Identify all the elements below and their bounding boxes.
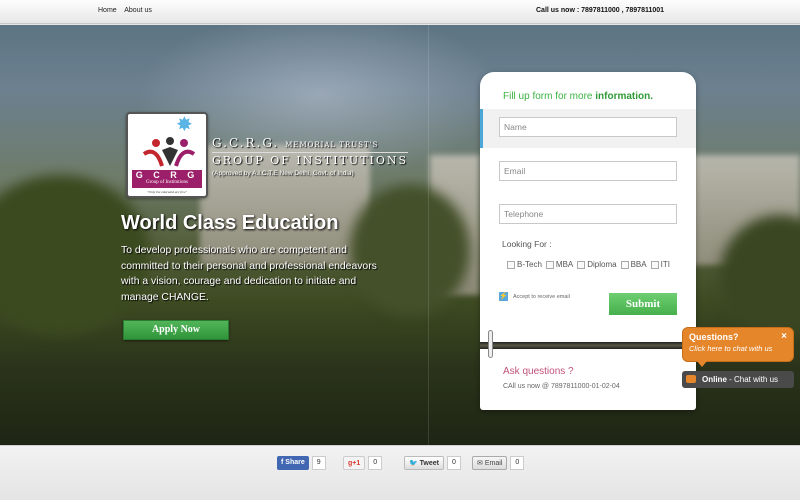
chat-questions-bubble[interactable]: Questions? Click here to chat with us × (682, 327, 794, 367)
approval-text: (Approved by A.I.C.T.E New Delhi, Govt. … (212, 170, 354, 177)
footer-share-bar (0, 445, 800, 500)
people-icon (142, 137, 196, 167)
chat-online-bar[interactable]: Online - Chat with us (682, 371, 794, 388)
trust-name: G.C.R.G. (212, 136, 280, 150)
telephone-input[interactable] (499, 204, 677, 224)
logo-motto: "Only the educated are free" (147, 190, 187, 194)
nav-about-link[interactable]: About us (124, 7, 152, 14)
trust-suffix: MEMORIAL TRUST'S (285, 141, 379, 149)
check-icon[interactable]: ⚡ (499, 292, 508, 301)
call-us-numbers: 7897811000 , 7897811001 (581, 7, 665, 14)
facebook-share-label: Share (285, 459, 305, 466)
checkbox[interactable] (507, 260, 515, 269)
logo-band-text: Group of Institutions (146, 180, 188, 185)
option-label: B-Tech (517, 260, 542, 269)
call-now-text: CAll us now @ 7897811000-01-02-04 (503, 383, 620, 390)
checkbox[interactable] (620, 260, 629, 269)
nav-home-link[interactable]: Home (98, 7, 117, 14)
option-label: ITI (660, 260, 670, 269)
submit-button[interactable]: Submit (609, 293, 677, 315)
chat-questions-sub: Click here to chat with us (689, 344, 773, 353)
facebook-share: f Share 9 (277, 456, 326, 470)
name-input[interactable] (499, 117, 677, 137)
top-nav: Home About us (98, 7, 158, 14)
gcrg-logo: ✸ G C R G Group of Institutions "Only th… (126, 112, 208, 198)
institution-name: G.C.R.G. MEMORIAL TRUST'S GROUP OF INSTI… (212, 136, 409, 177)
option-label: BBA (630, 260, 647, 269)
chat-bubble-icon (686, 375, 696, 383)
close-icon[interactable]: × (781, 331, 787, 342)
gplus-button[interactable]: g+1 (343, 456, 366, 470)
group-name: GROUP OF INSTITUTIONS (212, 152, 409, 167)
form-title-bold: information. (595, 91, 654, 102)
call-us-text: Call us now : 7897811000 , 7897811001 (536, 7, 664, 14)
apply-now-button[interactable]: Apply Now (123, 320, 229, 340)
mail-icon: ✉ (477, 460, 483, 467)
option-iti[interactable]: ITI (650, 260, 670, 269)
star-icon: ✸ (176, 114, 193, 136)
chat-questions-title: Questions? (689, 332, 739, 342)
option-mba[interactable]: MBA (545, 260, 574, 269)
accept-email-label: Accept to receive email (513, 293, 570, 300)
gplus-count: 0 (368, 456, 383, 470)
form-title-prefix: Fill up form for more (503, 91, 596, 102)
email-count: 0 (510, 456, 525, 470)
gplus-share: g+1 0 (343, 456, 383, 470)
call-us-label: Call us now : (536, 7, 582, 14)
option-label: MBA (555, 260, 574, 269)
email-share: ✉ Email 0 (472, 456, 525, 470)
chat-online-status: Online (702, 375, 727, 384)
checkbox[interactable] (650, 260, 659, 269)
chat-online-text: - Chat with us (726, 375, 779, 384)
slider-handle[interactable] (488, 330, 493, 358)
twitter-count: 0 (447, 456, 461, 470)
course-options: B-Tech MBA Diploma BBA ITI (507, 260, 674, 269)
option-label: Diploma (587, 260, 617, 269)
email-label: Email (484, 460, 503, 467)
email-share-button[interactable]: ✉ Email (472, 456, 508, 470)
ask-questions-heading: Ask questions ? (503, 366, 574, 377)
tweet-label: Tweet (419, 460, 439, 467)
tweet-button[interactable]: 🐦 Tweet (404, 456, 444, 470)
facebook-share-button[interactable]: f Share (277, 456, 309, 470)
logo-letters: G C R G (135, 170, 199, 180)
facebook-count: 9 (311, 456, 326, 470)
email-input[interactable] (499, 161, 677, 181)
form-title: Fill up form for more information. (503, 91, 653, 102)
top-bar: Home About us Call us now : 7897811000 ,… (0, 0, 800, 24)
hero-description: To develop professionals who are compete… (121, 245, 377, 303)
accept-email-row[interactable]: ⚡ Accept to receive email (499, 292, 570, 301)
slider-track[interactable] (480, 342, 696, 349)
looking-for-label: Looking For : (502, 239, 552, 249)
option-bba[interactable]: BBA (620, 260, 647, 269)
twitter-icon: 🐦 (409, 460, 418, 467)
checkbox[interactable] (577, 260, 586, 269)
checkbox[interactable] (545, 260, 554, 269)
hero-headline: World Class Education (121, 212, 339, 234)
option-btech[interactable]: B-Tech (507, 260, 542, 269)
divider-line (428, 25, 429, 445)
option-diploma[interactable]: Diploma (577, 260, 617, 269)
bubble-tail (697, 361, 707, 367)
logo-band: G C R G Group of Institutions (132, 170, 202, 188)
twitter-share: 🐦 Tweet 0 (404, 456, 461, 470)
enquiry-form-panel: Fill up form for more information. Looki… (480, 72, 696, 410)
